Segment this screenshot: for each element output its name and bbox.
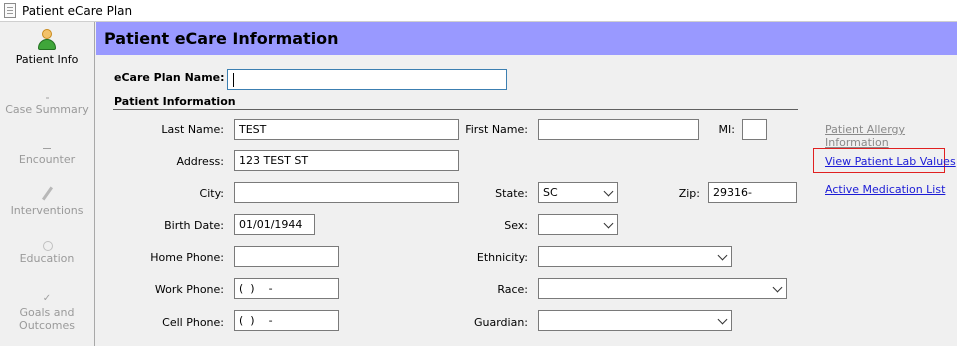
text-caret (233, 73, 234, 87)
section-divider (113, 109, 798, 110)
sidebar-item-encounter[interactable]: Encounter (0, 145, 94, 166)
home-phone-field[interactable] (234, 246, 339, 267)
sidebar-item-education[interactable]: Education (0, 238, 94, 265)
cell-phone-field[interactable]: ( ) - (234, 310, 339, 331)
title-bar: Patient eCare Plan (0, 0, 957, 22)
sidebar-item-patient-info[interactable]: Patient Info (0, 29, 94, 66)
guardian-dropdown[interactable] (538, 310, 732, 331)
race-label: Race: (497, 283, 528, 296)
sidebar: Patient Info Case Summary Encounter Inte… (0, 22, 95, 346)
birth-date-label: Birth Date: (164, 219, 224, 232)
sex-label: Sex: (504, 219, 528, 232)
home-phone-label: Home Phone: (150, 251, 224, 264)
education-icon (40, 238, 54, 251)
ethnicity-dropdown[interactable] (538, 246, 732, 267)
address-field[interactable]: 123 TEST ST (234, 150, 459, 171)
zip-label: Zip: (678, 187, 700, 200)
plan-name-input[interactable] (227, 69, 507, 90)
page-title: Patient eCare Information (104, 29, 339, 48)
sidebar-item-interventions[interactable]: Interventions (0, 186, 94, 217)
chevron-down-icon (603, 218, 614, 229)
chevron-down-icon (772, 282, 783, 293)
person-icon (37, 29, 57, 51)
goals-outcomes-icon: ✓ (42, 293, 52, 304)
sidebar-item-label: Interventions (10, 204, 84, 217)
sidebar-item-label: Patient Info (15, 53, 79, 66)
birth-date-field[interactable]: 01/01/1944 (234, 214, 315, 235)
active-medication-link[interactable]: Active Medication List (825, 183, 945, 196)
state-value: SC (543, 186, 558, 199)
case-summary-icon (41, 95, 53, 101)
sidebar-item-goals-outcomes[interactable]: ✓ Goals and Outcomes (0, 293, 94, 333)
chevron-down-icon (717, 250, 728, 261)
sidebar-item-label: Education (19, 252, 75, 265)
city-label: City: (199, 187, 224, 200)
state-label: State: (495, 187, 528, 200)
city-field[interactable] (234, 182, 459, 203)
first-name-label: First Name: (465, 123, 528, 136)
section-title: Patient Information (114, 95, 236, 108)
chevron-down-icon (603, 186, 614, 197)
address-label: Address: (176, 155, 224, 168)
sidebar-item-case-summary[interactable]: Case Summary (0, 95, 94, 116)
sidebar-item-label-line2: Outcomes (19, 319, 75, 332)
mi-field[interactable] (742, 119, 767, 140)
state-dropdown[interactable]: SC (538, 182, 618, 203)
window-title: Patient eCare Plan (22, 4, 133, 18)
chevron-down-icon (717, 314, 728, 325)
interventions-icon (40, 186, 54, 202)
race-dropdown[interactable] (538, 278, 787, 299)
zip-field[interactable]: 29316- (708, 182, 797, 203)
document-icon (4, 3, 16, 18)
encounter-icon (41, 145, 53, 151)
work-phone-field[interactable]: ( ) - (234, 278, 339, 299)
ethnicity-label: Ethnicity: (476, 251, 528, 264)
cell-phone-label: Cell Phone: (162, 316, 224, 329)
page-header: Patient eCare Information (96, 22, 957, 55)
patient-allergy-link[interactable]: Patient Allergy Information (825, 123, 957, 149)
main-panel: Patient eCare Information eCare Plan Nam… (96, 22, 957, 346)
mi-label: MI: (718, 123, 735, 136)
guardian-label: Guardian: (473, 316, 528, 329)
view-lab-values-link[interactable]: View Patient Lab Values (825, 155, 956, 168)
first-name-field[interactable] (538, 119, 699, 140)
plan-name-label: eCare Plan Name: (114, 71, 225, 84)
sidebar-item-label: Encounter (18, 153, 76, 166)
last-name-label: Last Name: (161, 123, 224, 136)
sidebar-item-label: Goals and (19, 306, 75, 319)
sidebar-item-label: Case Summary (5, 103, 89, 116)
last-name-field[interactable]: TEST (234, 119, 459, 140)
sex-dropdown[interactable] (538, 214, 618, 235)
work-phone-label: Work Phone: (154, 283, 224, 296)
